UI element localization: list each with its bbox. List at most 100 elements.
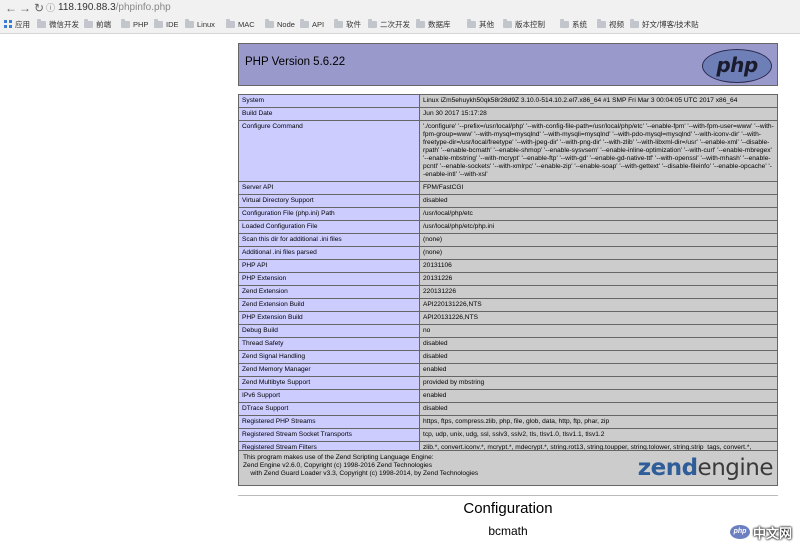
row-key: Registered Stream Socket Transports — [238, 428, 420, 442]
bookmark-apps[interactable]: 应用 — [4, 17, 30, 32]
phpinfo-page: PHP Version 5.6.22 php System Linux iZm5e… — [0, 34, 800, 547]
row-value: 20131106 — [419, 259, 778, 273]
table-row: Build Date Jun 30 2017 15:17:28 — [238, 107, 778, 121]
table-row: PHP API 20131106 — [238, 259, 778, 273]
info-icon[interactable]: ⓘ — [46, 2, 58, 14]
bookmark-folder[interactable]: API — [300, 17, 324, 32]
reload-icon[interactable]: ↻ — [32, 1, 46, 15]
table-row: System Linux iZm5ehuykh50qk58r28d9Z 3.10.… — [238, 94, 778, 108]
bookmark-label: 版本控制 — [515, 20, 545, 29]
folder-icon — [84, 19, 93, 28]
row-value: enabled — [419, 389, 778, 403]
folder-icon — [334, 19, 343, 28]
row-key: System — [238, 94, 420, 108]
url-path: /phpinfo.php — [115, 2, 171, 13]
table-row: PHP Extension 20131226 — [238, 272, 778, 286]
address-row: ← → ↻ ⓘ 118.190.88.3/phpinfo.php — [0, 0, 800, 17]
bookmark-folder[interactable]: 版本控制 — [503, 17, 545, 32]
bookmark-folder[interactable]: 软件 — [334, 17, 361, 32]
folder-icon — [37, 19, 46, 28]
watermark-logo: php — [729, 525, 750, 539]
row-key: Loaded Configuration File — [238, 220, 420, 234]
row-value: /usr/local/php/etc/php.ini — [419, 220, 778, 234]
folder-icon — [630, 19, 639, 28]
table-row: IPv6 Support enabled — [238, 389, 778, 403]
row-value: Jun 30 2017 15:17:28 — [419, 107, 778, 121]
table-row: Configure Command './configure' '--prefi… — [238, 120, 778, 182]
bookmark-folder[interactable]: MAC — [226, 17, 255, 32]
folder-icon — [503, 19, 512, 28]
folder-icon — [185, 19, 194, 28]
table-row: Scan this dir for additional .ini files(… — [238, 233, 778, 247]
folder-icon — [226, 19, 235, 28]
row-key: Server API — [238, 181, 420, 195]
bookmark-label: IDE — [166, 20, 179, 29]
row-key: PHP Extension — [238, 272, 420, 286]
bookmark-folder[interactable]: 前端 — [84, 17, 111, 32]
bookmark-label: MAC — [238, 20, 255, 29]
bookmark-label: PHP — [133, 20, 149, 29]
table-row: Debug Build no — [238, 324, 778, 338]
row-key: PHP API — [238, 259, 420, 273]
table-row: PHP Extension Build API20131226,NTS — [238, 311, 778, 325]
folder-icon — [368, 19, 377, 28]
folder-icon — [265, 19, 274, 28]
back-icon[interactable]: ← — [4, 1, 18, 15]
folder-icon — [467, 19, 476, 28]
forward-icon[interactable]: → — [18, 1, 32, 15]
table-row: Thread Safety disabled — [238, 337, 778, 351]
bookmark-folder[interactable]: 好文/博客/技术贴 — [630, 17, 699, 32]
zend-line-2: Zend Engine v2.6.0, Copyright (c) 1998-2… — [243, 462, 433, 469]
bookmark-label: Node — [277, 20, 295, 29]
bookmark-folder[interactable]: 数据库 — [416, 17, 451, 32]
folder-icon — [300, 19, 309, 28]
folder-icon — [597, 19, 606, 28]
bookmark-folder[interactable]: 微信开发 — [37, 17, 79, 32]
row-key: Additional .ini files parsed — [238, 246, 420, 260]
bookmark-label: 应用 — [15, 20, 30, 29]
browser-chrome: ← → ↻ ⓘ 118.190.88.3/phpinfo.php 应用 微信开发 前… — [0, 0, 800, 34]
folder-icon — [560, 19, 569, 28]
row-key: PHP Extension Build — [238, 311, 420, 325]
bookmark-folder[interactable]: 系统 — [560, 17, 587, 32]
row-value: (none) — [419, 246, 778, 260]
module-heading-bcmath: bcmath — [488, 524, 528, 538]
bookmark-folder[interactable]: Node — [265, 17, 295, 32]
divider — [238, 495, 778, 496]
table-row: Zend Extension 220131226 — [238, 285, 778, 299]
row-value: tcp, udp, unix, udg, ssl, sslv3, sslv2, … — [419, 428, 778, 442]
bookmark-folder[interactable]: 二次开发 — [368, 17, 410, 32]
bookmark-label: 软件 — [346, 20, 361, 29]
bookmark-label: 好文/博客/技术贴 — [642, 20, 699, 29]
row-value: API20131226,NTS — [419, 311, 778, 325]
bookmark-folder[interactable]: 其他 — [467, 17, 494, 32]
bookmark-folder[interactable]: PHP — [121, 17, 148, 32]
bookmark-label: API — [312, 20, 325, 29]
bookmarks-bar: 应用 微信开发 前端 PHP IDE Linux MAC Node API 软件 二次开发 数据库 其他… — [0, 17, 800, 32]
row-key: Virtual Directory Support — [238, 194, 420, 208]
folder-icon — [416, 19, 425, 28]
row-value: './configure' '--prefix=/usr/local/php' … — [419, 120, 778, 182]
table-row: Zend Memory Manager enabled — [238, 363, 778, 377]
bookmark-folder[interactable]: IDE — [154, 17, 179, 32]
table-row: Zend Multibyte Support provided by mbstri… — [238, 376, 778, 390]
row-value: disabled — [419, 402, 778, 416]
row-key: Zend Extension — [238, 285, 420, 299]
bookmark-folder[interactable]: Linux — [185, 17, 215, 32]
watermark-text: 中文网 — [752, 525, 792, 541]
row-value: 220131226 — [419, 285, 778, 299]
bookmark-label: 视频 — [609, 20, 624, 29]
row-key: Configuration File (php.ini) Path — [238, 207, 420, 221]
bookmark-label: 二次开发 — [380, 20, 410, 29]
table-row: Zend Signal Handling disabled — [238, 350, 778, 364]
table-row: Server API FPM/FastCGI — [238, 181, 778, 195]
zend-logo-zend: zend — [637, 455, 698, 481]
row-value: disabled — [419, 350, 778, 364]
zend-line-1: This program makes use of the Zend Scrip… — [243, 454, 434, 461]
address-bar[interactable]: 118.190.88.3/phpinfo.php — [58, 2, 171, 14]
bookmark-label: 系统 — [572, 20, 587, 29]
zend-logo-engine: engine — [697, 455, 774, 481]
php-logo-text: php — [716, 53, 758, 77]
bookmark-folder[interactable]: 视频 — [597, 17, 624, 32]
table-row: Zend Extension Build API220131226,NTS — [238, 298, 778, 312]
